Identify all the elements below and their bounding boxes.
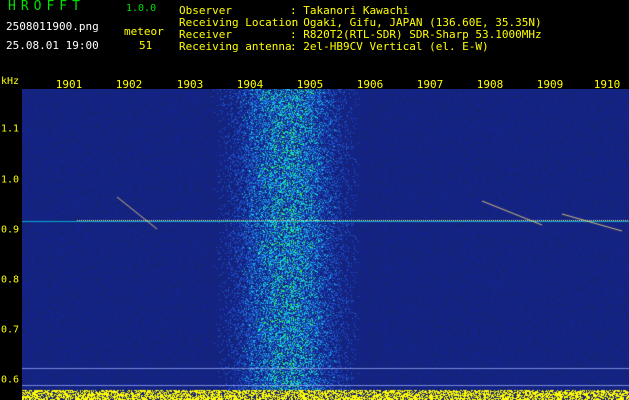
header-panel: HROFFT 1.0.0 2508011900.png 25.08.01 19:… <box>0 0 629 75</box>
frequency-unit: kHz <box>1 76 20 87</box>
freq-tick: 1.1 <box>1 123 20 135</box>
app-version: 1.0.0 <box>126 3 157 14</box>
frequency-axis: kHz 1.1 1.0 0.9 0.8 0.7 0.6 <box>0 76 22 400</box>
meteor-count: 51 <box>139 39 153 52</box>
app-title: HROFFT <box>8 0 85 14</box>
spectrogram-canvas[interactable] <box>22 89 629 400</box>
freq-tick: 0.6 <box>1 374 20 386</box>
freq-tick: 0.7 <box>1 324 20 336</box>
freq-tick: 0.8 <box>1 274 20 286</box>
file-name: 2508011900.png <box>6 20 99 33</box>
spectrogram-image <box>22 89 629 400</box>
meteor-label: meteor <box>124 25 164 38</box>
freq-tick: 0.9 <box>1 224 20 236</box>
antenna-label: Receiving antenna <box>179 40 292 53</box>
antenna-value: : 2el-HB9CV Vertical (el. E-W) <box>290 40 489 53</box>
freq-tick: 1.0 <box>1 174 20 186</box>
file-datetime: 25.08.01 19:00 <box>6 39 99 52</box>
